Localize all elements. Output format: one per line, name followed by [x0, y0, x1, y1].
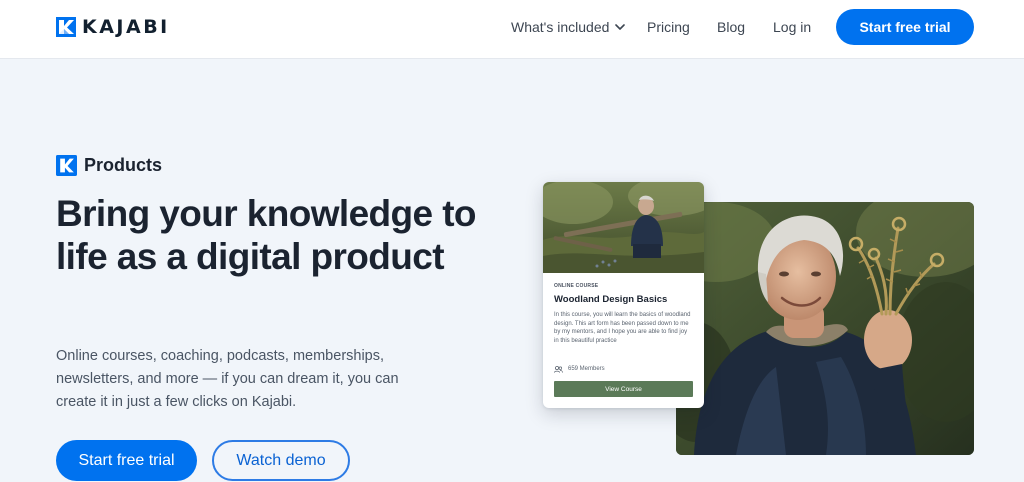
nav-whats-included-label: What's included — [511, 19, 610, 35]
course-type-label: ONLINE COURSE — [554, 283, 599, 289]
users-icon — [554, 365, 563, 373]
kajabi-k-logo-icon — [56, 17, 76, 37]
members-count: 659 Members — [568, 366, 605, 372]
hero-subcopy: Online courses, coaching, podcasts, memb… — [56, 348, 399, 410]
nav-blog[interactable]: Blog — [717, 19, 745, 35]
kajabi-logo[interactable]: KAJABI — [56, 17, 170, 37]
watch-demo-button[interactable]: Watch demo — [212, 440, 350, 481]
view-course-button[interactable]: View Course — [554, 381, 693, 397]
site-header: KAJABI What's included Pricing Blog Log … — [0, 0, 1024, 59]
nav-pricing[interactable]: Pricing — [647, 19, 690, 35]
header-start-free-trial-button[interactable]: Start free trial — [836, 9, 974, 45]
course-title: Woodland Design Basics — [554, 294, 668, 305]
hero-photo — [676, 202, 974, 455]
course-card-body: ONLINE COURSE Woodland Design Basics In … — [554, 283, 694, 345]
chevron-down-icon — [615, 24, 626, 30]
course-description: In this course, you will learn the basic… — [554, 312, 691, 344]
course-thumbnail-image — [543, 182, 704, 273]
products-eyebrow: Products — [56, 155, 162, 176]
woman-holding-ferns-image — [676, 202, 974, 455]
course-members: 659 Members — [554, 365, 605, 373]
start-free-trial-button[interactable]: Start free trial — [56, 440, 197, 481]
nav-login[interactable]: Log in — [773, 19, 811, 35]
eyebrow-label: Products — [84, 155, 163, 175]
hero-headline: Bring your knowledge to life as a digita… — [56, 193, 477, 277]
kajabi-k-logo-icon — [56, 155, 77, 176]
course-card[interactable]: ONLINE COURSE Woodland Design Basics In … — [543, 182, 704, 408]
logo-text: KAJABI — [82, 16, 170, 38]
nav-whats-included[interactable]: What's included — [511, 19, 626, 35]
